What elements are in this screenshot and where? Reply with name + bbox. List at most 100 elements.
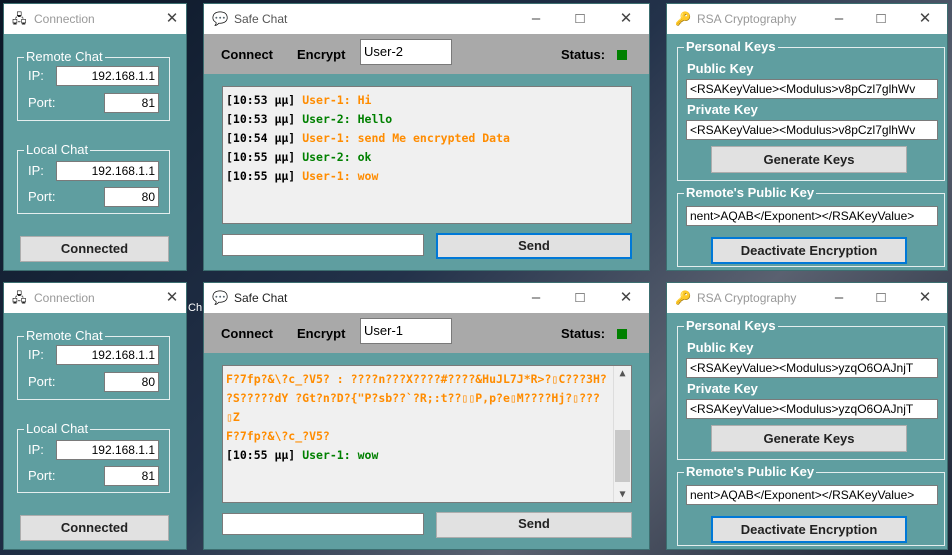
encrypt-menu[interactable]: Encrypt (297, 47, 345, 62)
chat-message: [10:54 μμ] User-1: send Me encrypted Dat… (226, 129, 628, 148)
public-key-input[interactable]: <RSAKeyValue><Modulus>yzqO6OAJnjT (686, 358, 938, 378)
close-icon[interactable]: ✕ (911, 287, 939, 309)
chat-history[interactable]: ▲ ▼ F?7fp?&\?c_?V5? : ????n???X????#????… (222, 365, 632, 503)
scroll-thumb[interactable] (615, 430, 630, 482)
public-key-label: Public Key (687, 61, 754, 76)
minimize-icon[interactable]: – (825, 8, 853, 30)
minimize-icon[interactable]: – (522, 287, 550, 309)
remote-ip-input[interactable]: 192.168.1.1 (56, 66, 159, 86)
local-port-input[interactable]: 80 (104, 187, 159, 207)
minimize-icon[interactable]: – (825, 287, 853, 309)
rsa-window-2: 🔑 RSA Cryptography – □ ✕ Personal Keys P… (666, 282, 948, 550)
deactivate-encryption-button[interactable]: Deactivate Encryption (711, 237, 907, 264)
local-chat-group: Local Chat IP: 192.168.1.1 Port: 81 (17, 421, 170, 493)
connect-menu[interactable]: Connect (221, 326, 273, 341)
chat-toolbar: Connect Encrypt User-1 Status: (204, 313, 649, 353)
encrypt-menu[interactable]: Encrypt (297, 326, 345, 341)
public-key-input[interactable]: <RSAKeyValue><Modulus>v8pCzl7glhWv (686, 79, 938, 99)
remote-port-input[interactable]: 80 (104, 372, 159, 392)
title-bar[interactable]: 💬 Safe Chat – □ ✕ (204, 4, 649, 34)
remote-public-key-input[interactable]: nent>AQAB</Exponent></RSAKeyValue> (686, 485, 938, 505)
message-time: [10:55 μμ] (226, 448, 296, 462)
local-ip-input[interactable]: 192.168.1.1 (56, 440, 159, 460)
send-button[interactable]: Send (436, 233, 632, 259)
status-indicator (617, 50, 627, 60)
close-icon[interactable]: ✕ (911, 8, 939, 30)
encrypted-message: ?S?????dY ?Gt?n?D?{"P?sb??`?R;:t??▯▯P,p?… (226, 391, 600, 424)
title-bar[interactable]: 🔑 RSA Cryptography – □ ✕ (667, 283, 947, 313)
title-bar[interactable]: 💬 Safe Chat – □ ✕ (204, 283, 649, 313)
safe-chat-window-2: 💬 Safe Chat – □ ✕ Connect Encrypt User-1… (203, 282, 650, 550)
message-user: User-1: (302, 93, 351, 107)
group-label: Local Chat (24, 421, 91, 437)
username-input[interactable]: User-2 (360, 39, 452, 65)
remote-public-key-group: Remote's Public Key nent>AQAB</Exponent>… (677, 464, 945, 546)
port-label: Port: (28, 374, 56, 389)
local-ip-input[interactable]: 192.168.1.1 (56, 161, 159, 181)
chat-history[interactable]: [10:53 μμ] User-1: Hi [10:53 μμ] User-2: … (222, 86, 632, 224)
connect-menu[interactable]: Connect (221, 47, 273, 62)
close-icon[interactable]: ✕ (612, 8, 640, 30)
network-icon: 🖧 (12, 290, 27, 305)
group-label: Remote's Public Key (684, 185, 817, 201)
remote-public-key-input[interactable]: nent>AQAB</Exponent></RSAKeyValue> (686, 206, 938, 226)
message-time: [10:54 μμ] (226, 131, 296, 145)
generate-keys-button[interactable]: Generate Keys (711, 146, 907, 173)
close-icon[interactable]: ✕ (158, 8, 186, 30)
remote-ip-input[interactable]: 192.168.1.1 (56, 345, 159, 365)
status-label: Status: (561, 326, 606, 341)
deactivate-encryption-button[interactable]: Deactivate Encryption (711, 516, 907, 543)
generate-keys-button[interactable]: Generate Keys (711, 425, 907, 452)
port-label: Port: (28, 95, 56, 110)
personal-keys-group: Personal Keys Public Key <RSAKeyValue><M… (677, 39, 945, 181)
chat-bubble-icon: 💬 (212, 11, 229, 26)
key-icon: 🔑 (675, 290, 692, 305)
remote-port-input[interactable]: 81 (104, 93, 159, 113)
private-key-label: Private Key (687, 102, 758, 117)
maximize-icon[interactable]: □ (867, 8, 895, 30)
network-icon: 🖧 (12, 11, 27, 26)
chat-message: [10:55 μμ] User-2: ok (226, 148, 628, 167)
scroll-up-icon[interactable]: ▲ (614, 368, 631, 379)
private-key-input[interactable]: <RSAKeyValue><Modulus>yzqO6OAJnjT (686, 399, 938, 419)
send-button[interactable]: Send (436, 512, 632, 538)
safe-chat-window-1: 💬 Safe Chat – □ ✕ Connect Encrypt User-2… (203, 3, 650, 271)
message-input[interactable] (222, 234, 424, 256)
message-time: [10:53 μμ] (226, 93, 296, 107)
chat-message: [10:55 μμ] User-1: wow (226, 446, 609, 465)
message-user: User-1: (302, 131, 351, 145)
minimize-icon[interactable]: – (522, 8, 550, 30)
connection-window-2: 🖧 Connection ✕ Remote Chat IP: 192.168.1… (3, 282, 187, 550)
maximize-icon[interactable]: □ (867, 287, 895, 309)
personal-keys-group: Personal Keys Public Key <RSAKeyValue><M… (677, 318, 945, 460)
chat-scrollbar[interactable]: ▲ ▼ (613, 366, 631, 502)
group-label: Personal Keys (684, 318, 778, 334)
title-bar[interactable]: 🖧 Connection ✕ (4, 4, 186, 34)
local-port-input[interactable]: 81 (104, 466, 159, 486)
close-icon[interactable]: ✕ (612, 287, 640, 309)
rsa-window-1: 🔑 RSA Cryptography – □ ✕ Personal Keys P… (666, 3, 948, 271)
message-input[interactable] (222, 513, 424, 535)
message-text: ok (357, 150, 372, 164)
window-title: RSA Cryptography (697, 12, 797, 26)
connected-button[interactable]: Connected (20, 236, 169, 262)
title-bar[interactable]: 🖧 Connection ✕ (4, 283, 186, 313)
message-user: User-1: (302, 448, 351, 462)
connection-window-1: 🖧 Connection ✕ Remote Chat IP: 192.168.1… (3, 3, 187, 271)
port-label: Port: (28, 189, 56, 204)
key-icon: 🔑 (675, 11, 692, 26)
scroll-down-icon[interactable]: ▼ (614, 489, 631, 500)
message-text: wow (357, 448, 379, 462)
maximize-icon[interactable]: □ (566, 287, 594, 309)
title-bar[interactable]: 🔑 RSA Cryptography – □ ✕ (667, 4, 947, 34)
maximize-icon[interactable]: □ (566, 8, 594, 30)
connected-button[interactable]: Connected (20, 515, 169, 541)
remote-public-key-group: Remote's Public Key nent>AQAB</Exponent>… (677, 185, 945, 267)
chat-message: [10:55 μμ] User-1: wow (226, 167, 628, 186)
window-title: Safe Chat (234, 291, 288, 305)
group-label: Personal Keys (684, 39, 778, 55)
message-user: User-1: (302, 169, 351, 183)
username-input[interactable]: User-1 (360, 318, 452, 344)
private-key-input[interactable]: <RSAKeyValue><Modulus>v8pCzl7glhWv (686, 120, 938, 140)
close-icon[interactable]: ✕ (158, 287, 186, 309)
